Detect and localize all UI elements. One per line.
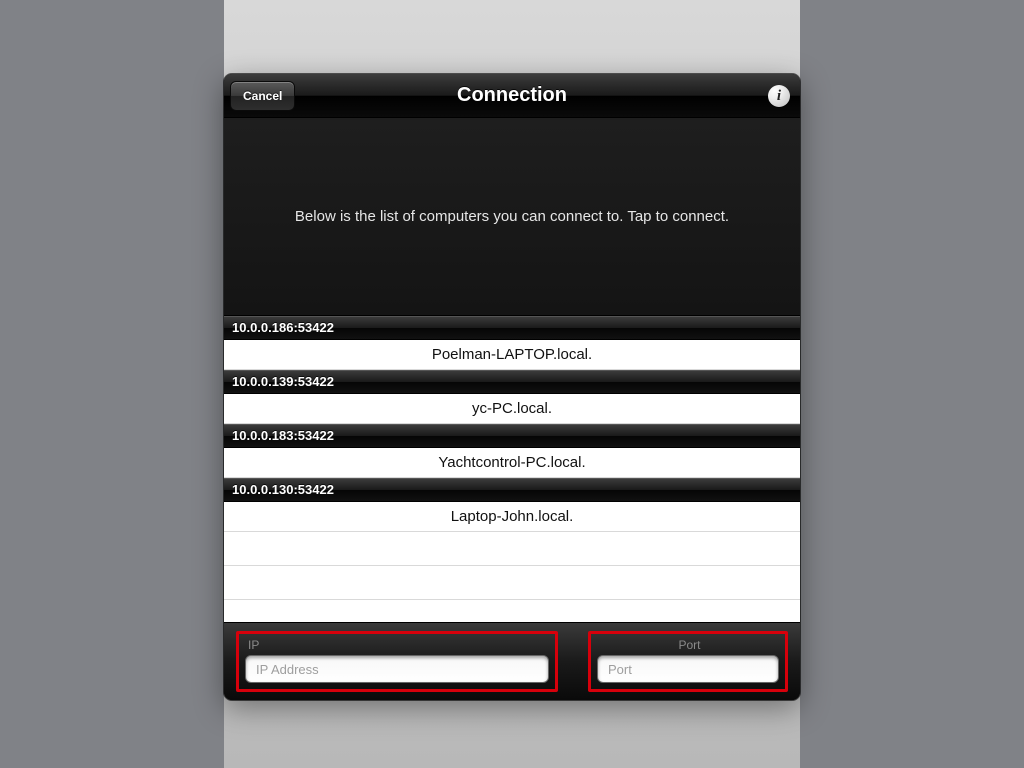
list-item-empty xyxy=(224,566,800,600)
list-section-header: 10.0.0.186:53422 xyxy=(224,316,800,340)
ip-label: IP xyxy=(248,638,549,652)
manual-connect-bar: IP Port xyxy=(224,622,800,700)
device-frame: Cancel Connection i Below is the list of… xyxy=(224,0,800,768)
list-item[interactable]: Poelman-LAPTOP.local. xyxy=(224,340,800,370)
titlebar: Cancel Connection i xyxy=(224,74,800,118)
list-item-empty xyxy=(224,600,800,622)
ip-field-group: IP xyxy=(236,631,558,692)
ip-input[interactable] xyxy=(245,655,549,683)
list-section-header: 10.0.0.183:53422 xyxy=(224,424,800,448)
port-label: Port xyxy=(600,638,779,652)
intro-text: Below is the list of computers you can c… xyxy=(224,118,800,316)
list-item[interactable]: yc-PC.local. xyxy=(224,394,800,424)
list-item-empty xyxy=(224,532,800,566)
page-title: Connection xyxy=(457,84,567,107)
port-input[interactable] xyxy=(597,655,779,683)
list-section-header: 10.0.0.130:53422 xyxy=(224,478,800,502)
info-icon[interactable]: i xyxy=(768,85,790,107)
port-field-group: Port xyxy=(588,631,788,692)
cancel-button[interactable]: Cancel xyxy=(230,81,295,111)
list-item[interactable]: Yachtcontrol-PC.local. xyxy=(224,448,800,478)
list-item[interactable]: Laptop-John.local. xyxy=(224,502,800,532)
list-section-header: 10.0.0.139:53422 xyxy=(224,370,800,394)
computer-list: 10.0.0.186:53422 Poelman-LAPTOP.local. 1… xyxy=(224,316,800,622)
connection-dialog: Cancel Connection i Below is the list of… xyxy=(224,74,800,700)
